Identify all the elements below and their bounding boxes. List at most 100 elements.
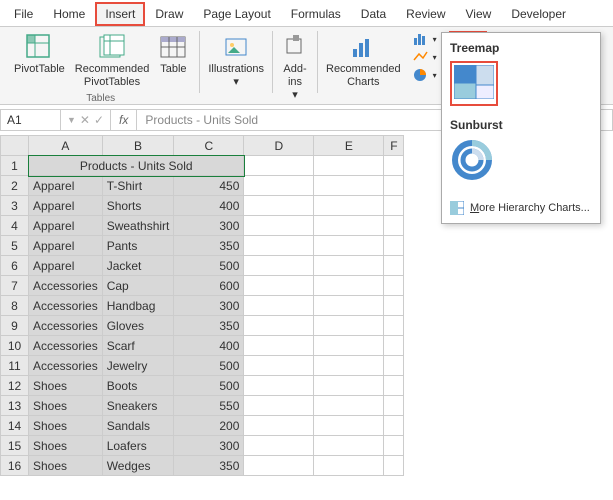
cell[interactable] — [244, 236, 314, 256]
tab-insert[interactable]: Insert — [95, 2, 145, 26]
cell[interactable] — [384, 296, 404, 316]
tab-home[interactable]: Home — [43, 2, 95, 26]
table-button[interactable]: Table — [155, 31, 191, 78]
cell[interactable]: Cap — [102, 276, 174, 296]
cell[interactable] — [314, 436, 384, 456]
cell[interactable]: Jewelry — [102, 356, 174, 376]
col-header-d[interactable]: D — [244, 136, 314, 156]
cell[interactable] — [244, 156, 314, 176]
cell[interactable]: 500 — [174, 356, 244, 376]
row-header[interactable]: 2 — [1, 176, 29, 196]
cell[interactable]: Sandals — [102, 416, 174, 436]
cell[interactable] — [314, 196, 384, 216]
recommended-charts-button[interactable]: Recommended Charts — [322, 31, 405, 91]
cell[interactable]: 200 — [174, 416, 244, 436]
cell[interactable]: Shoes — [29, 396, 103, 416]
formula-input[interactable]: Products - Units Sold — [137, 113, 266, 127]
cell[interactable]: 400 — [174, 336, 244, 356]
cell[interactable] — [314, 256, 384, 276]
cell[interactable] — [314, 276, 384, 296]
cell[interactable]: 500 — [174, 376, 244, 396]
cell[interactable]: Wedges — [102, 456, 174, 476]
cell[interactable] — [244, 316, 314, 336]
row-header[interactable]: 9 — [1, 316, 29, 336]
cell[interactable]: Shoes — [29, 416, 103, 436]
cell[interactable]: 550 — [174, 396, 244, 416]
cell[interactable]: 350 — [174, 316, 244, 336]
cell[interactable]: 450 — [174, 176, 244, 196]
cell[interactable]: Shorts — [102, 196, 174, 216]
cell[interactable] — [314, 236, 384, 256]
cell[interactable] — [314, 316, 384, 336]
col-header-c[interactable]: C — [174, 136, 244, 156]
cell[interactable] — [314, 216, 384, 236]
cell[interactable]: T-Shirt — [102, 176, 174, 196]
cell[interactable] — [384, 456, 404, 476]
cell[interactable] — [384, 376, 404, 396]
cell[interactable]: Jacket — [102, 256, 174, 276]
tab-draw[interactable]: Draw — [145, 2, 193, 26]
row-header[interactable]: 5 — [1, 236, 29, 256]
row-header[interactable]: 7 — [1, 276, 29, 296]
cell[interactable]: 300 — [174, 296, 244, 316]
cell[interactable]: 350 — [174, 236, 244, 256]
cell[interactable]: Shoes — [29, 376, 103, 396]
cell[interactable] — [384, 256, 404, 276]
pie-chart-button[interactable]: ▾ — [409, 67, 441, 83]
cell[interactable] — [384, 176, 404, 196]
cell[interactable]: 350 — [174, 456, 244, 476]
cell-a1[interactable]: Products - Units Sold — [29, 156, 244, 176]
cell[interactable]: Apparel — [29, 196, 103, 216]
tab-review[interactable]: Review — [396, 2, 455, 26]
row-header[interactable]: 15 — [1, 436, 29, 456]
cell[interactable]: 500 — [174, 256, 244, 276]
cell[interactable] — [244, 336, 314, 356]
more-hierarchy-charts-link[interactable]: More Hierarchy Charts... — [450, 197, 592, 215]
chevron-down-icon[interactable]: ▼ — [67, 115, 76, 125]
tab-file[interactable]: File — [4, 2, 43, 26]
cell[interactable] — [244, 176, 314, 196]
cell[interactable]: Gloves — [102, 316, 174, 336]
sunburst-option[interactable] — [450, 138, 494, 185]
cell[interactable]: Pants — [102, 236, 174, 256]
cell[interactable] — [244, 256, 314, 276]
cell[interactable]: Shoes — [29, 436, 103, 456]
cell[interactable] — [384, 436, 404, 456]
row-header[interactable]: 14 — [1, 416, 29, 436]
cell[interactable]: Shoes — [29, 456, 103, 476]
cell[interactable] — [384, 316, 404, 336]
row-header[interactable]: 8 — [1, 296, 29, 316]
cell[interactable]: 300 — [174, 436, 244, 456]
cell[interactable] — [314, 336, 384, 356]
cell[interactable] — [244, 376, 314, 396]
fx-label[interactable]: fx — [111, 110, 137, 130]
cell[interactable] — [244, 436, 314, 456]
col-header-b[interactable]: B — [102, 136, 174, 156]
addins-button[interactable]: Add- ins ▾ — [277, 31, 313, 105]
cell[interactable]: Apparel — [29, 216, 103, 236]
cell[interactable] — [244, 276, 314, 296]
cell[interactable] — [244, 396, 314, 416]
row-header[interactable]: 16 — [1, 456, 29, 476]
cell[interactable] — [244, 416, 314, 436]
cell[interactable] — [384, 416, 404, 436]
cell[interactable] — [314, 456, 384, 476]
cell[interactable] — [384, 336, 404, 356]
cell[interactable] — [384, 276, 404, 296]
cell[interactable] — [314, 176, 384, 196]
name-box[interactable]: A1 — [1, 110, 61, 130]
cell[interactable] — [244, 196, 314, 216]
row-header[interactable]: 4 — [1, 216, 29, 236]
column-chart-button[interactable]: ▾ — [409, 31, 441, 47]
cell[interactable] — [244, 296, 314, 316]
pivottable-button[interactable]: PivotTable — [10, 31, 69, 78]
treemap-option[interactable] — [450, 61, 498, 106]
cell[interactable]: Accessories — [29, 336, 103, 356]
cell[interactable]: Apparel — [29, 176, 103, 196]
row-header[interactable]: 11 — [1, 356, 29, 376]
cell[interactable]: Boots — [102, 376, 174, 396]
cell[interactable] — [314, 416, 384, 436]
row-header[interactable]: 6 — [1, 256, 29, 276]
tab-formulas[interactable]: Formulas — [281, 2, 351, 26]
select-all-corner[interactable] — [1, 136, 29, 156]
